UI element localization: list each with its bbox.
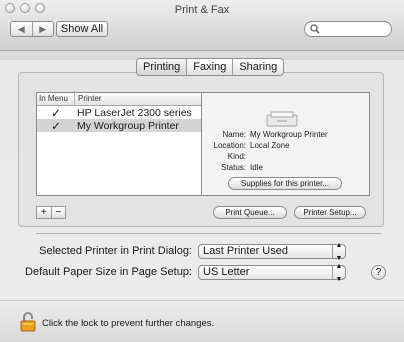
info-status: Status: Idle — [202, 162, 369, 173]
help-button[interactable]: ? — [371, 265, 386, 280]
lock-message: Click the lock to prevent further change… — [42, 318, 215, 329]
paper-size-label: Default Paper Size in Page Setup: — [25, 266, 192, 278]
selected-printer-label: Selected Printer in Print Dialog: — [39, 245, 192, 257]
info-kind: Kind: — [202, 151, 369, 162]
printer-setup-button[interactable]: Printer Setup... — [294, 206, 366, 219]
info-value: My Workgroup Printer — [250, 130, 328, 139]
tab-printing[interactable]: Printing — [137, 59, 187, 75]
printer-name: HP LaserJet 2300 series — [77, 106, 192, 119]
add-printer-button[interactable]: + — [37, 207, 51, 218]
tab-bar: Printing Faxing Sharing — [136, 58, 285, 76]
back-forward-control: ◀ ▶ — [10, 21, 54, 37]
info-value: Local Zone — [250, 141, 290, 150]
divider — [36, 233, 382, 234]
selected-printer-select[interactable]: Last Printer Used ▲ ▼ — [198, 242, 346, 262]
chevron-updown-icon: ▲ ▼ — [332, 242, 345, 262]
info-key: Status: — [221, 163, 246, 172]
printer-row[interactable]: ✓ HP LaserJet 2300 series — [37, 106, 201, 120]
print-fax-window: Print & Fax ◀ ▶ Show All Printing Faxing… — [0, 0, 404, 342]
back-arrow-icon[interactable]: ◀ — [11, 22, 32, 36]
search-icon — [310, 24, 320, 34]
add-remove-control: + − — [36, 206, 66, 219]
lock-icon[interactable] — [20, 312, 36, 332]
printer-info: Name: My Workgroup Printer Location: Loc… — [202, 129, 369, 173]
search-field[interactable] — [304, 21, 392, 37]
printer-list: In Menu Printer ✓ HP LaserJet 2300 serie… — [36, 92, 202, 196]
info-key: Location: — [213, 141, 246, 150]
printer-list-header: In Menu Printer — [37, 93, 201, 106]
info-location: Location: Local Zone — [202, 140, 369, 151]
printer-detail-pane: Name: My Workgroup Printer Location: Loc… — [202, 92, 370, 196]
paper-size-value: US Letter — [203, 266, 250, 278]
selected-printer-value: Last Printer Used — [203, 245, 288, 257]
in-menu-column-header[interactable]: In Menu — [37, 93, 75, 105]
footer: Click the lock to prevent further change… — [0, 300, 404, 342]
printer-icon — [266, 111, 298, 127]
printer-name: My Workgroup Printer — [77, 119, 179, 132]
printer-column-header[interactable]: Printer — [75, 93, 102, 105]
chevron-updown-icon: ▲ ▼ — [332, 263, 345, 283]
forward-arrow-icon[interactable]: ▶ — [31, 22, 54, 36]
supplies-button[interactable]: Supplies for this printer... — [228, 177, 342, 190]
tab-sharing[interactable]: Sharing — [232, 59, 283, 75]
printer-row[interactable]: ✓ My Workgroup Printer — [37, 119, 201, 133]
print-queue-button[interactable]: Print Queue... — [213, 206, 287, 219]
in-menu-checkbox[interactable]: ✓ — [37, 106, 75, 120]
info-key: Name: — [222, 130, 246, 139]
show-all-button[interactable]: Show All — [56, 21, 108, 37]
title-bar: Print & Fax ◀ ▶ Show All — [0, 0, 404, 51]
info-value: Idle — [250, 163, 263, 172]
info-key: Kind: — [227, 152, 246, 161]
window-title: Print & Fax — [174, 4, 230, 16]
info-name: Name: My Workgroup Printer — [202, 129, 369, 140]
paper-size-select[interactable]: US Letter ▲ ▼ — [198, 263, 346, 283]
in-menu-checkbox[interactable]: ✓ — [37, 119, 75, 133]
remove-printer-button[interactable]: − — [50, 207, 66, 218]
tab-faxing[interactable]: Faxing — [186, 59, 232, 75]
